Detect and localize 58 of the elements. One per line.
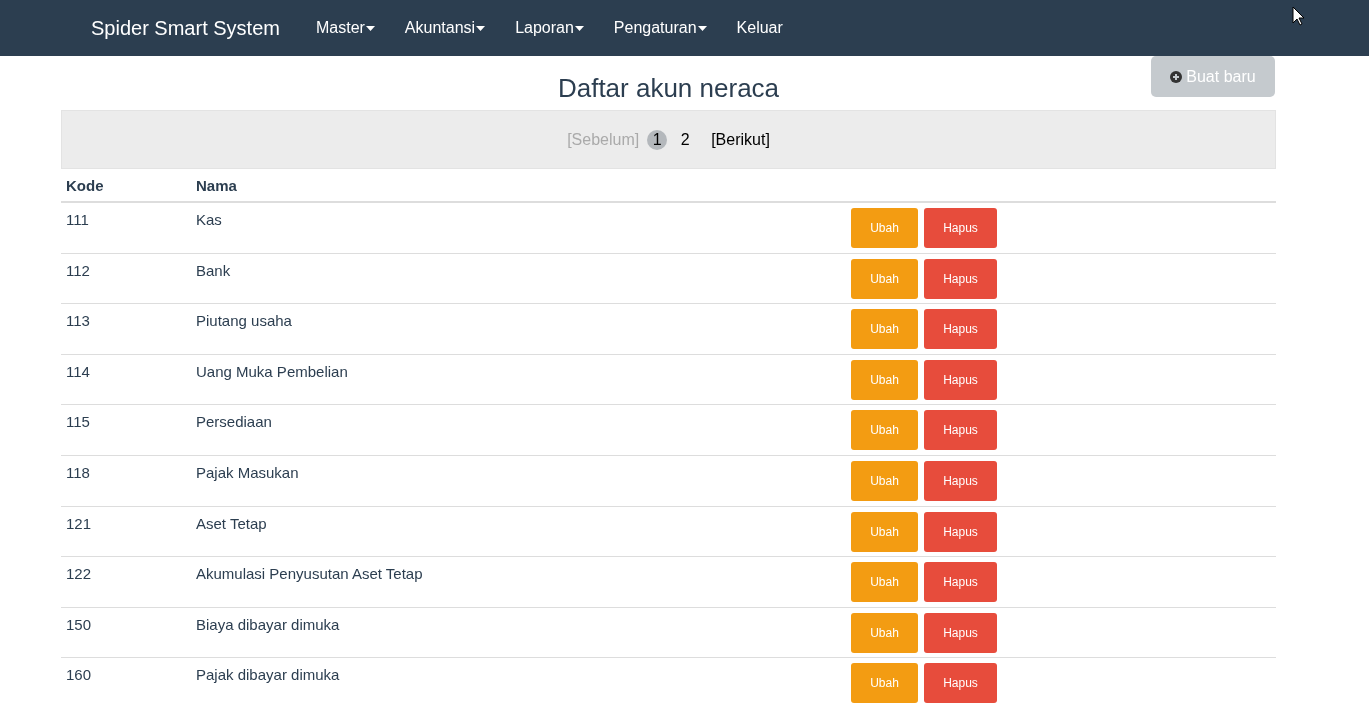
table-cell-text: Persediaan bbox=[195, 412, 273, 431]
nav-menu-item[interactable]: Pengaturan bbox=[613, 19, 707, 37]
table-cell-text: Pajak dibayar dimuka bbox=[195, 665, 341, 684]
caret-icon bbox=[697, 26, 707, 31]
table-cell-text: Uang Muka Pembelian bbox=[195, 361, 349, 380]
edit-button[interactable]: Ubah bbox=[851, 258, 918, 299]
plus-circle-icon bbox=[1170, 70, 1183, 83]
table-cell-text: Biaya dibayar dimuka bbox=[195, 614, 341, 633]
delete-button[interactable]: Hapus bbox=[924, 359, 997, 400]
delete-button[interactable]: Hapus bbox=[924, 208, 997, 248]
table-cell-text: 118 bbox=[65, 462, 91, 481]
delete-button[interactable]: Hapus bbox=[924, 612, 997, 653]
edit-button[interactable]: Ubah bbox=[851, 562, 918, 603]
delete-button[interactable]: Hapus bbox=[924, 460, 997, 501]
table-cell-text: Akumulasi Penyusutan Aset Tetap bbox=[195, 564, 424, 583]
nav-menu-item[interactable]: Master bbox=[315, 19, 375, 37]
table-cell-text: Aset Tetap bbox=[195, 513, 268, 532]
delete-button[interactable]: Hapus bbox=[924, 309, 997, 350]
nav-menu-item[interactable]: Laporan bbox=[515, 19, 584, 37]
delete-button[interactable]: Hapus bbox=[924, 562, 997, 603]
page-link[interactable]: 2 bbox=[675, 129, 696, 150]
delete-button[interactable]: Hapus bbox=[924, 663, 997, 704]
table-cell-text: 112 bbox=[65, 260, 91, 279]
caret-icon bbox=[365, 26, 375, 31]
edit-button[interactable]: Ubah bbox=[851, 359, 918, 400]
column-header: Nama bbox=[195, 176, 238, 194]
edit-button[interactable]: Ubah bbox=[851, 410, 918, 451]
table-cell-text: Pajak Masukan bbox=[195, 462, 300, 481]
brand-link[interactable]: Spider Smart System bbox=[91, 16, 280, 40]
caret-icon bbox=[574, 26, 584, 31]
edit-button[interactable]: Ubah bbox=[851, 511, 918, 552]
table-cell-text: 114 bbox=[65, 361, 91, 380]
page-link[interactable]: 1 bbox=[647, 129, 668, 150]
nav-menu-item[interactable]: Keluar bbox=[736, 19, 783, 37]
page-title: Daftar akun neraca bbox=[557, 72, 780, 104]
table-cell-text: Kas bbox=[195, 210, 223, 228]
edit-button[interactable]: Ubah bbox=[851, 612, 918, 653]
next-link[interactable]: [Berikut] bbox=[711, 130, 770, 149]
edit-button[interactable]: Ubah bbox=[851, 208, 918, 248]
table-cell-text: Piutang usaha bbox=[195, 311, 293, 330]
delete-button[interactable]: Hapus bbox=[924, 410, 997, 451]
table-cell-text: 111 bbox=[65, 210, 90, 228]
table-cell-text: Bank bbox=[195, 260, 232, 279]
table-cell-text: 160 bbox=[65, 665, 93, 684]
edit-button[interactable]: Ubah bbox=[851, 663, 918, 704]
table-cell-text: 122 bbox=[65, 564, 93, 583]
table-cell-text: 121 bbox=[65, 513, 93, 532]
edit-button[interactable]: Ubah bbox=[851, 309, 918, 350]
caret-icon bbox=[476, 26, 486, 31]
column-header: Kode bbox=[65, 176, 105, 194]
delete-button[interactable]: Hapus bbox=[924, 511, 997, 552]
table-cell-text: 113 bbox=[65, 311, 91, 330]
nav-menu-item[interactable]: Akuntansi bbox=[404, 19, 486, 37]
table-cell-text: 115 bbox=[65, 412, 91, 431]
edit-button[interactable]: Ubah bbox=[851, 460, 918, 501]
table-cell-text: 150 bbox=[65, 614, 93, 633]
mouse-pointer-icon bbox=[1292, 6, 1305, 26]
delete-button[interactable]: Hapus bbox=[924, 258, 997, 299]
